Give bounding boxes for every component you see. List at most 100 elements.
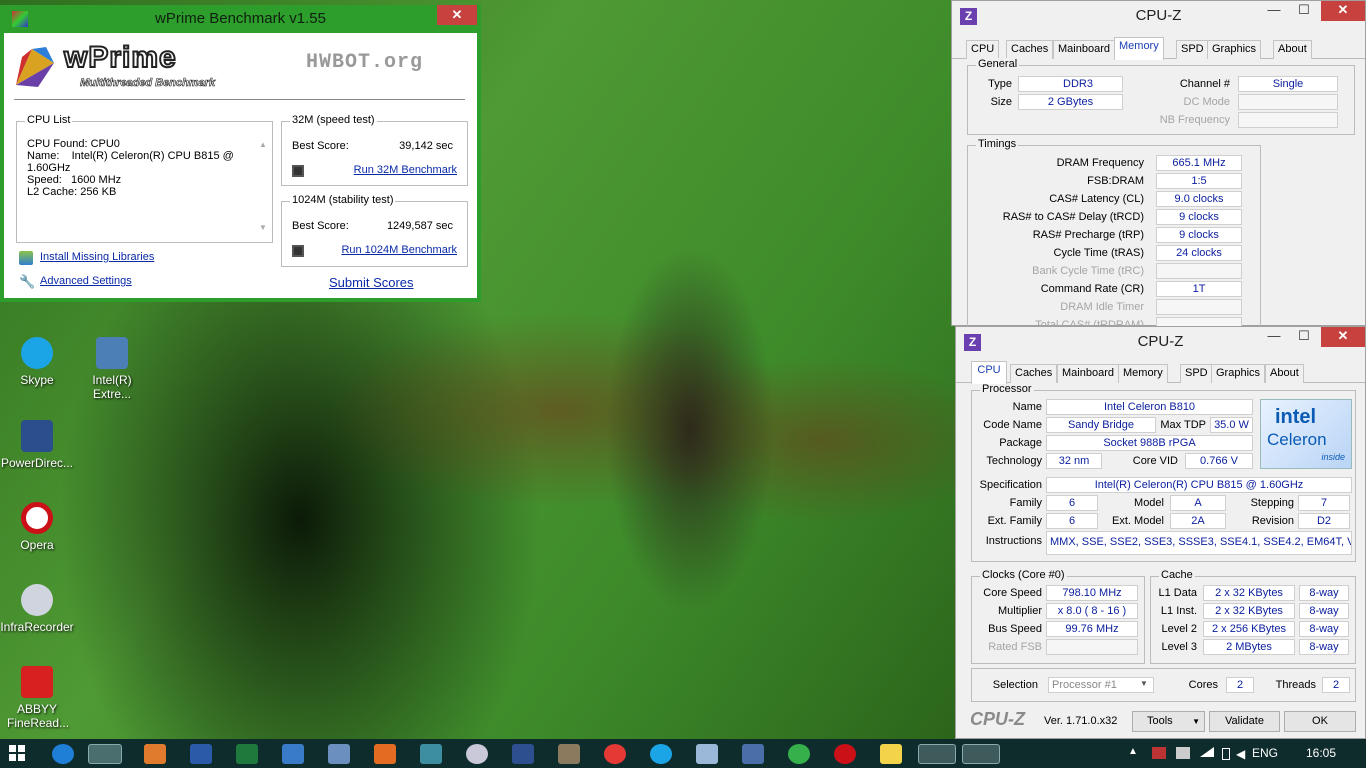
tray-chevron-icon[interactable]: ▲ [1128, 746, 1138, 757]
tab-cpu[interactable]: CPU [966, 40, 1000, 59]
technology-value: 32 nm [1046, 453, 1102, 469]
minimize-icon[interactable]: — [1259, 327, 1289, 347]
close-icon[interactable]: ✕ [1321, 327, 1365, 347]
cpuz-cpu-titlebar[interactable]: Z CPU-Z — ☐ ✕ [956, 327, 1365, 356]
app-icon[interactable] [466, 744, 488, 764]
app-icon[interactable] [374, 744, 396, 764]
language-indicator[interactable]: ENG [1252, 746, 1278, 760]
volume-icon[interactable]: ◀ [1236, 747, 1245, 761]
cache-group: Cache L1 Data 2 x 32 KBytes 8-way L1 Inst. 2… [1150, 569, 1356, 664]
cache-size: 2 x 32 KBytes [1203, 585, 1295, 601]
wprime-window: wPrime Benchmark v1.55 ✕ wPrime Multithr… [0, 5, 481, 302]
validate-button[interactable]: Validate [1209, 711, 1280, 732]
corespeed-label: Core Speed [983, 587, 1042, 599]
maximize-icon[interactable]: ☐ [1289, 1, 1319, 21]
network-icon[interactable] [1200, 747, 1214, 757]
processor-legend: Processor [980, 383, 1034, 395]
timing-value [1156, 263, 1242, 279]
tray-icon[interactable] [1152, 747, 1166, 759]
skype-icon[interactable] [650, 744, 672, 764]
app-icon[interactable] [742, 744, 764, 764]
tab-about[interactable]: About [1265, 364, 1304, 383]
chevron-down-icon: ▼ [1192, 717, 1200, 726]
app-icon[interactable] [512, 744, 534, 764]
type-value: DDR3 [1018, 76, 1123, 92]
clock[interactable]: 16:05 [1306, 746, 1336, 760]
app-icon[interactable] [788, 744, 810, 764]
desktop-icon-label: PowerDirec... [0, 456, 74, 470]
tab-graphics[interactable]: Graphics [1211, 364, 1266, 383]
tab-cpu[interactable]: CPU [971, 361, 1007, 384]
explorer-icon[interactable] [88, 744, 122, 764]
hwbot-logo[interactable]: HWBOT.org [306, 51, 423, 74]
submit-scores-link[interactable]: Submit Scores [329, 275, 414, 290]
advanced-settings-link[interactable]: Advanced Settings [40, 275, 132, 287]
word-icon[interactable] [190, 744, 212, 764]
cpuz-taskbar-icon[interactable] [962, 744, 1000, 764]
chevron-down-icon[interactable]: ▼ [1140, 679, 1148, 688]
excel-icon[interactable] [236, 744, 258, 764]
channel-label: Channel # [1179, 78, 1230, 90]
tab-mainboard[interactable]: Mainboard [1057, 364, 1119, 383]
battery-icon[interactable] [1222, 748, 1230, 760]
run-1024m-button[interactable]: Run 1024M Benchmark [341, 244, 457, 256]
intel-celeron-logo: intel Celeron inside [1260, 399, 1352, 469]
nbfreq-label: NB Frequency [1159, 114, 1230, 126]
cache-label: L1 Inst. [1160, 605, 1197, 617]
cache-way: 8-way [1299, 621, 1349, 637]
app-icon[interactable] [696, 744, 718, 764]
cpuz-version: Ver. 1.71.0.x32 [1044, 715, 1118, 727]
tab-graphics[interactable]: Graphics [1207, 40, 1262, 59]
wprime-logo-icon [16, 47, 54, 87]
cpuz-memory-titlebar[interactable]: Z CPU-Z — ☐ ✕ [952, 1, 1365, 30]
app-icon[interactable] [144, 744, 166, 764]
ok-button[interactable]: OK [1284, 711, 1356, 732]
wprime-titlebar[interactable]: wPrime Benchmark v1.55 ✕ [4, 5, 477, 33]
desktop-icon-label: Intel(R) Extre... [92, 373, 132, 401]
start-button[interactable] [8, 744, 30, 764]
maximize-icon[interactable]: ☐ [1289, 327, 1319, 347]
revision-label: Revision [1251, 515, 1294, 527]
app-icon[interactable] [420, 744, 442, 764]
desktop-icon-abbyy[interactable]: ABBYY FineRead... [0, 666, 77, 730]
tools-label: Tools [1147, 715, 1173, 727]
tab-memory[interactable]: Memory [1118, 364, 1168, 383]
tab-caches[interactable]: Caches [1006, 40, 1054, 59]
minimize-icon[interactable]: — [1259, 1, 1289, 21]
tab-about[interactable]: About [1273, 40, 1312, 59]
desktop-icon-skype[interactable]: Skype [0, 337, 77, 387]
tab-spd[interactable]: SPD [1180, 364, 1213, 383]
app-icon[interactable] [282, 744, 304, 764]
extmodel-label: Ext. Model [1112, 515, 1164, 527]
run-32m-button[interactable]: Run 32M Benchmark [354, 164, 457, 176]
nbfreq-value [1238, 112, 1338, 128]
tab-mainboard[interactable]: Mainboard [1053, 40, 1115, 59]
close-icon[interactable]: ✕ [437, 5, 477, 25]
tab-spd[interactable]: SPD [1176, 40, 1209, 59]
tray-icon[interactable] [1176, 747, 1190, 759]
windows-icon [9, 745, 25, 761]
family-value: 6 [1046, 495, 1098, 511]
desktop-icon-infrarecorder[interactable]: InfraRecorder [0, 584, 77, 634]
opera-icon[interactable] [834, 744, 856, 764]
close-icon[interactable]: ✕ [1321, 1, 1365, 21]
install-libraries-link[interactable]: Install Missing Libraries [40, 251, 154, 263]
tab-memory[interactable]: Memory [1114, 37, 1164, 60]
cache-label: Level 3 [1161, 641, 1197, 653]
desktop-icon-intel[interactable]: Intel(R) Extre... [72, 337, 152, 401]
tab-caches[interactable]: Caches [1010, 364, 1058, 383]
cpu-list-scrollbar[interactable]: ▲ ▼ [258, 140, 268, 236]
tools-button[interactable]: Tools ▼ [1132, 711, 1205, 732]
model-value: A [1170, 495, 1226, 511]
timing-label: Command Rate (CR) [1040, 283, 1144, 295]
app-icon[interactable] [880, 744, 902, 764]
desktop-icon-opera[interactable]: Opera [0, 502, 77, 552]
app-icon[interactable] [558, 744, 580, 764]
yandex-icon[interactable] [604, 744, 626, 764]
desktop-icon-label: Opera [20, 538, 54, 552]
ie-icon[interactable] [52, 744, 74, 764]
selection-dropdown[interactable]: Processor #1 [1048, 677, 1154, 693]
wprime-taskbar-icon[interactable] [918, 744, 956, 764]
desktop-icon-powerdirector[interactable]: PowerDirec... [0, 420, 77, 470]
app-icon[interactable] [328, 744, 350, 764]
